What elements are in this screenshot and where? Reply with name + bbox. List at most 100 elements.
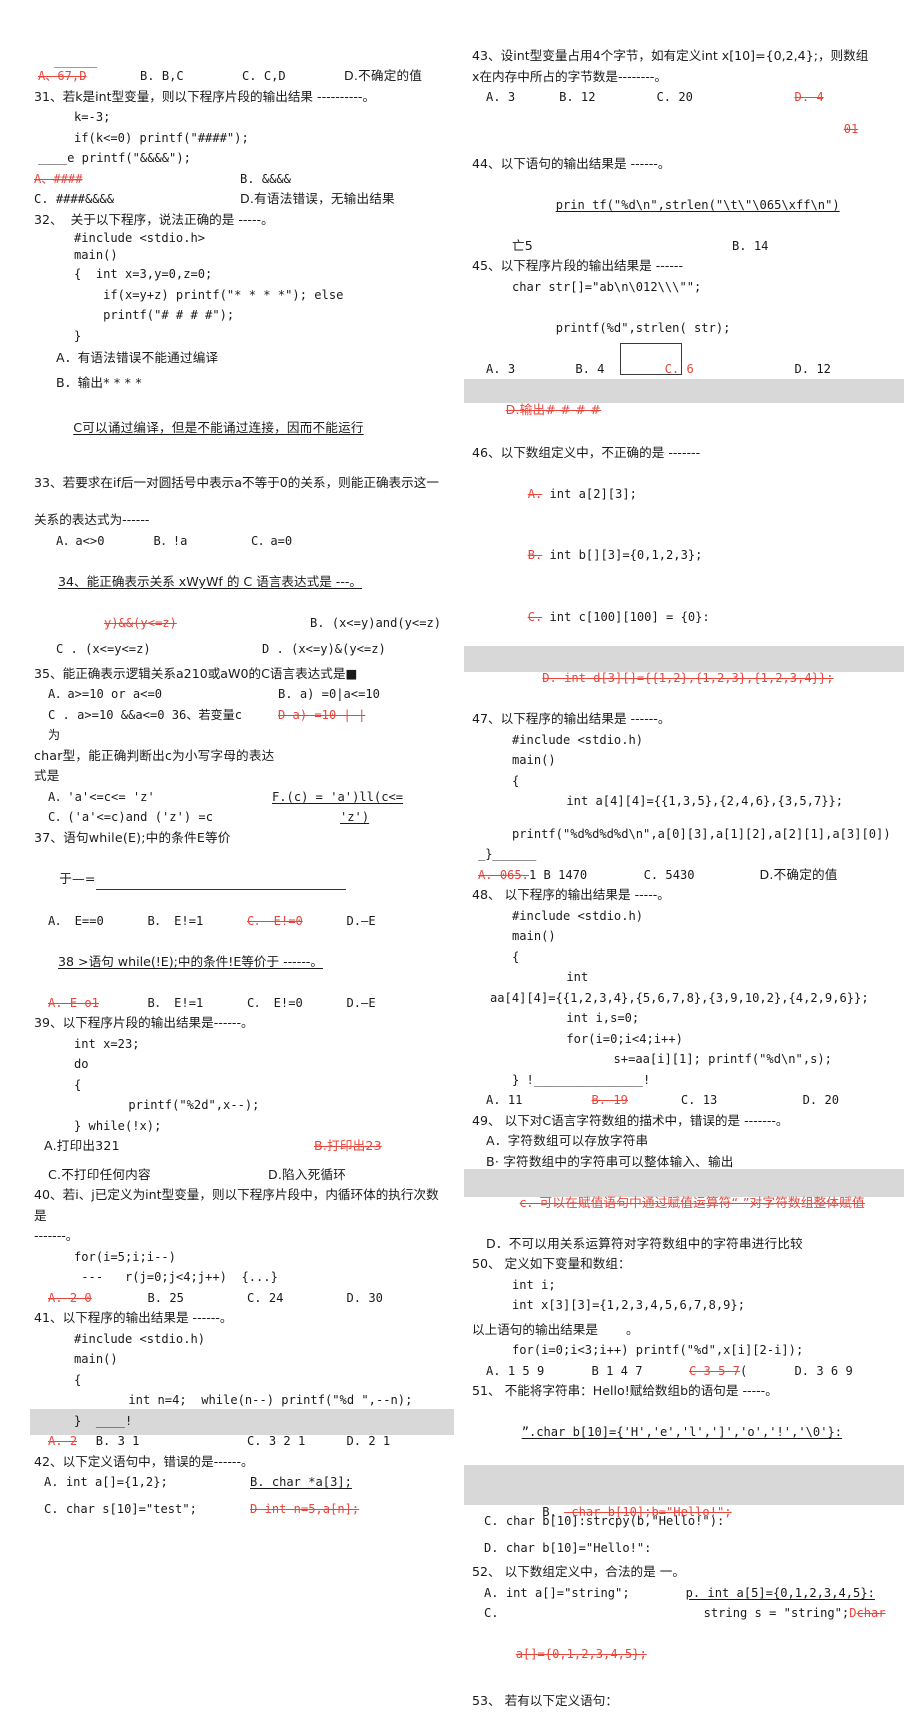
q30-option-c[interactable]: C. C,D: [242, 66, 344, 87]
q50-option-c-text: C 3 5 7: [688, 1363, 740, 1378]
q34-option-a[interactable]: y)&&(y<=z): [34, 613, 310, 634]
q48-option-d[interactable]: D. 20: [803, 1090, 839, 1111]
q45-option-b[interactable]: B. 4: [575, 359, 664, 380]
q31-options-row2: C. ####&&&& D.有语法错误，无输出结果: [34, 189, 446, 210]
q40-option-a[interactable]: A. 2 0: [48, 1288, 148, 1309]
q52-option-a[interactable]: A. int a[]="string";: [472, 1583, 686, 1604]
q45-option-d[interactable]: D. 12: [795, 359, 831, 380]
right-column: 43、设int型变量占用4个字节，如有定义int x[10]={0,2,4};，…: [464, 0, 904, 1712]
q40-option-b[interactable]: B. 25: [148, 1288, 248, 1309]
q32-code-6: }: [74, 328, 82, 343]
q32-option-b[interactable]: B．输出* * * *: [34, 373, 446, 394]
q49-option-c[interactable]: c．可以在赋值语句中通过赋值运算符“-”对字符数组整体赋值: [472, 1172, 892, 1234]
q39-option-c[interactable]: C.不打印任何内容: [34, 1165, 254, 1186]
q31-option-c[interactable]: C. ####&&&&: [34, 189, 240, 210]
q30-option-b[interactable]: B. B,C: [140, 66, 242, 87]
q35-option-d[interactable]: D a) =10 | |: [254, 705, 484, 746]
q48-option-c[interactable]: C. 13: [681, 1090, 803, 1111]
q40-option-d[interactable]: D. 30: [347, 1288, 447, 1309]
q35-option-a[interactable]: A．a>=10 or a<=0: [34, 684, 254, 705]
q42-option-c[interactable]: C. char s[10]="test";: [34, 1499, 250, 1520]
q46-option-d[interactable]: D. int d[3][]={{1,2},{1,2,3},{1,2,3,4}};: [472, 648, 892, 710]
q52-option-d-cont[interactable]: a[]={0,1,2,3,4,5};: [472, 1624, 892, 1686]
q49-option-a[interactable]: A．字符数组可以存放字符串: [472, 1131, 892, 1152]
q48-option-b[interactable]: B. 19: [592, 1090, 681, 1111]
q50-option-a[interactable]: A. 1 5 9: [486, 1361, 592, 1382]
q40-option-c[interactable]: C. 24: [247, 1288, 347, 1309]
q33-option-b[interactable]: B．!a: [154, 531, 252, 552]
q36-option-c[interactable]: C．('a'<=c)and ('z') =c: [34, 807, 254, 828]
q45-option-a[interactable]: A. 3: [486, 359, 575, 380]
q37-option-b[interactable]: B． E!=1: [148, 911, 248, 932]
q39-option-d[interactable]: D.陷入死循环: [254, 1165, 474, 1186]
q46-option-b[interactable]: B. int b[][3]={0,1,2,3};: [472, 525, 892, 587]
q35-option-b[interactable]: B. a) =0|a<=10: [254, 684, 484, 705]
q41-code-2: main(): [74, 1352, 118, 1366]
q44-option-a[interactable]: 亡5: [472, 236, 722, 257]
q46-option-c[interactable]: C. int c[100][100] = {0}:: [472, 586, 892, 648]
q50-option-d[interactable]: D. 3 6 9: [795, 1361, 853, 1382]
q31-option-a[interactable]: A、####: [34, 169, 240, 190]
q43-option-c[interactable]: C. 20: [657, 87, 795, 108]
q43-option-b[interactable]: B. 12: [559, 87, 656, 108]
q37-answer-blank[interactable]: [95, 869, 346, 890]
q52-option-d-lead: D: [849, 1606, 857, 1620]
q47-option-a[interactable]: A. 065.1 B 1470: [478, 865, 644, 886]
q52-option-c-cont[interactable]: string s = "string";Dchar: [686, 1603, 914, 1624]
q30-option-a[interactable]: A、67,D: [38, 66, 140, 87]
q31-option-d[interactable]: D.有语法错误，无输出结果: [240, 189, 446, 210]
q51-option-b[interactable]: B. char b[10];b="Hello!";: [472, 1463, 892, 1543]
q47-option-c[interactable]: C. 5430: [644, 865, 760, 886]
q30-option-d[interactable]: D.不确定的值: [344, 66, 446, 87]
q45-code-2: printf(%d",strlen( str);: [472, 297, 892, 359]
q34-option-d[interactable]: D . (x<=y)&(y<=z): [262, 639, 468, 660]
q33-option-a[interactable]: A．a<>0: [56, 531, 154, 552]
q50-stem: 50、 定义如下变量和数组：: [472, 1256, 631, 1271]
q42-options-row2: C. char s[10]="test"; D int n=5,a[n];: [34, 1499, 446, 1520]
q38-option-d[interactable]: D.—E: [347, 993, 447, 1014]
q38-options: A. E—o1 B． E!=1 C． E!=0 D.—E: [34, 993, 446, 1014]
q52-option-b[interactable]: p. int a[5]={0,1,2,3,4,5}:: [686, 1583, 896, 1604]
q50-option-b[interactable]: B 1 4 7: [592, 1361, 689, 1382]
q37-option-c[interactable]: C． E!=0: [247, 911, 347, 932]
q38-option-a[interactable]: A. E—o1: [48, 993, 148, 1014]
q31-option-b[interactable]: B. &&&&: [240, 169, 446, 190]
q35-option-c[interactable]: C . a>=10 &&a<=0 36、若变量c为: [34, 705, 254, 746]
q38-stem: 38 >语句 while(!E);中的条件!E等价于 ------。: [34, 931, 446, 993]
q46-option-a[interactable]: A. int a[2][3];: [472, 463, 892, 525]
q48-option-a[interactable]: A. 11: [486, 1090, 592, 1111]
q46-option-c-text: int c[100][100] = {0}:: [542, 609, 710, 624]
q43-option-d[interactable]: D. 4: [795, 87, 824, 108]
q36-option-a[interactable]: A．'a'<=c<= 'z': [34, 787, 254, 808]
q50-option-c[interactable]: C 3 5 7(: [689, 1361, 795, 1382]
q45-stem: 45、以下程序片段的输出结果是 ------: [472, 258, 684, 273]
q42-option-b[interactable]: B. char *a[3];: [250, 1472, 456, 1493]
q43-option-a[interactable]: A. 3: [486, 87, 559, 108]
q38-option-c[interactable]: C． E!=0: [247, 993, 347, 1014]
q32-option-a[interactable]: A．有语法错误不能通过编译: [34, 348, 446, 369]
q44-option-b[interactable]: B. 14: [722, 236, 920, 257]
q32-option-c[interactable]: C可以诵过编译，但是不能诵过连接，因而不能运行: [34, 397, 446, 459]
q52-options-row1: A. int a[]="string"; p. int a[5]={0,1,2,…: [472, 1583, 892, 1604]
q47-code-6: _}______: [478, 847, 537, 861]
q37-option-d[interactable]: D.—E: [347, 911, 447, 932]
q32-code-2: main(): [74, 248, 118, 262]
q33-stem-line1: 33、若要求在if后一对圆括号中表示a不等于0的关系，则能正确表示这一: [34, 474, 439, 490]
q34-option-c[interactable]: C . (x<=y<=z): [34, 639, 262, 660]
q52-option-c[interactable]: C.: [472, 1603, 686, 1624]
q36-option-f[interactable]: F.(c) = 'a')ll(c<=: [254, 787, 478, 808]
q42-option-a[interactable]: A. int a[]={1,2};: [34, 1472, 250, 1493]
q36-options-row2: C．('a'<=c)and ('z') =c 'z'): [34, 807, 446, 828]
q49-option-d[interactable]: D．不可以用关系运算符对字符数组中的字符串进行比较: [472, 1234, 892, 1255]
q47-option-d[interactable]: D.不确定的值: [760, 865, 838, 886]
q50-code-1: int i;: [512, 1277, 556, 1292]
q42-option-d[interactable]: D int n=5,a[n];: [250, 1499, 456, 1520]
q45-option-c[interactable]: C. 6: [665, 359, 795, 380]
q52-option-c-cont-text: string s = "string";: [703, 1606, 850, 1620]
q39-code-1: int x=23;: [74, 1036, 140, 1051]
q51-option-a[interactable]: ”.char b[10]={'H','e','l',']','o','!','\…: [472, 1402, 892, 1464]
q33-option-c[interactable]: C．a=0: [251, 531, 349, 552]
q39-option-a[interactable]: A.打印出321: [34, 1136, 250, 1157]
q37-option-a[interactable]: A． E==0: [48, 911, 148, 932]
q38-option-b[interactable]: B． E!=1: [148, 993, 248, 1014]
